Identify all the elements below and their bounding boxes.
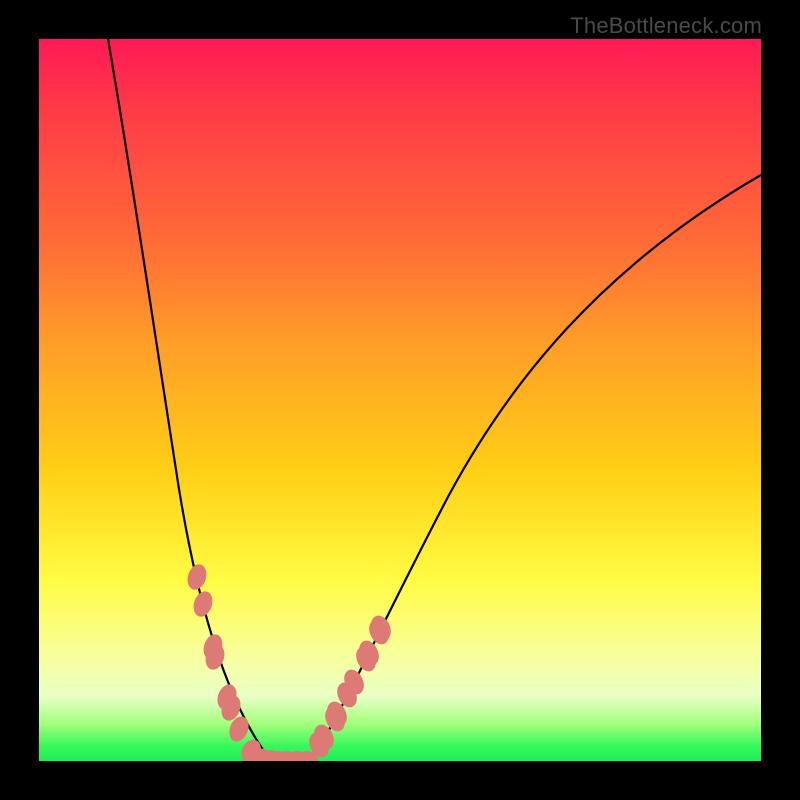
curve-right-branch xyxy=(311,175,761,761)
plot-area xyxy=(39,39,761,761)
watermark-text: TheBottleneck.com xyxy=(570,13,762,39)
marker-dot xyxy=(190,589,215,619)
curve-left-branch xyxy=(108,39,271,761)
chart-frame: TheBottleneck.com xyxy=(0,0,800,800)
marker-dot xyxy=(184,562,209,592)
marker-group xyxy=(184,562,394,761)
curve-layer xyxy=(39,39,761,761)
